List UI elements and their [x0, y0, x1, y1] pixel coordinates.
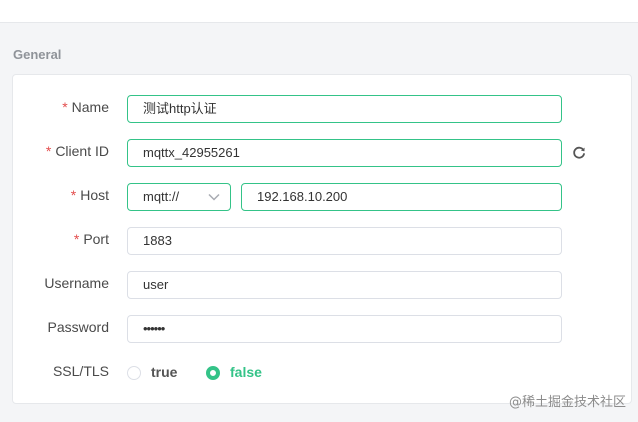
client-id-label: * Client ID — [45, 143, 109, 159]
watermark: @稀土掘金技术社区 — [508, 395, 626, 410]
name-input[interactable]: 测试http认证 — [127, 95, 562, 123]
protocol-value: mqtt:// — [143, 189, 180, 204]
top-bar — [0, 0, 638, 23]
client-id-row: * Client ID mqttx_42955261 — [13, 139, 631, 167]
radio-circle[interactable] — [127, 366, 141, 380]
ssl-false-label: false — [230, 364, 262, 380]
ssl-true-label: true — [151, 364, 178, 380]
chevron-down-icon — [208, 193, 220, 201]
radio-circle-checked[interactable] — [206, 366, 220, 380]
password-input[interactable]: •••••• — [127, 315, 562, 343]
required-mark: * — [45, 143, 52, 159]
name-label: * Name — [62, 99, 109, 115]
port-row: * Port 1883 — [13, 227, 631, 255]
username-input[interactable]: user — [127, 271, 562, 299]
general-settings-card: * Name 测试http认证 * Client ID mqttx_42955261… — [12, 74, 632, 404]
protocol-select[interactable]: mqtt:// — [127, 183, 231, 211]
host-input[interactable]: 192.168.10.200 — [241, 183, 562, 211]
page: General * Name 测试http认证 * Client ID mqttx_… — [0, 0, 638, 422]
refresh-icon[interactable] — [571, 145, 587, 161]
required-mark: * — [62, 99, 68, 115]
port-label: * Port — [73, 231, 109, 247]
section-title: General — [13, 47, 62, 62]
ssl-tls-label: SSL/TLS — [52, 363, 109, 379]
password-label: Password — [47, 319, 109, 335]
name-row: * Name 测试http认证 — [13, 95, 631, 123]
host-label: * Host — [70, 187, 109, 203]
port-input[interactable]: 1883 — [127, 227, 562, 255]
username-row: Username user — [13, 271, 631, 299]
username-label: Username — [44, 275, 109, 291]
host-row: * Host mqtt:// 192.168.10.200 — [13, 183, 631, 211]
required-mark: * — [73, 231, 80, 247]
ssl-tls-row: SSL/TLS true false — [13, 359, 631, 387]
client-id-input[interactable]: mqttx_42955261 — [127, 139, 562, 167]
required-mark: * — [70, 187, 77, 203]
password-row: Password •••••• — [13, 315, 631, 343]
